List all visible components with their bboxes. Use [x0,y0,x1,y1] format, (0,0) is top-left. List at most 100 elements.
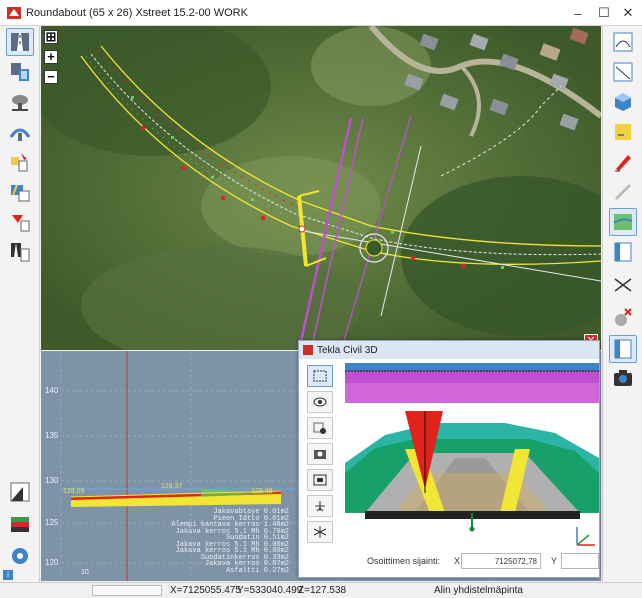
profile-icon [11,243,30,262]
road-model-icon [11,184,30,202]
mid-elevation-label: 128.37 [161,483,183,490]
split-view-icon [11,63,29,81]
split-panel-icon [614,339,632,359]
plan-view-button[interactable] [6,28,34,56]
status-y-coordinate: Y=533040.499 [237,585,303,596]
x-coord-field[interactable] [461,553,541,569]
section-cut-button[interactable] [307,521,333,543]
title-bar: Roundabout (65 x 26) Xstreet 15.2-00 WOR… [0,0,642,26]
right-toolbar [602,26,642,582]
minimize-button[interactable]: – [566,0,590,26]
settings-button[interactable] [6,542,34,570]
info-icon[interactable]: i [3,570,13,580]
cross-section-icon [12,95,28,111]
fit-view-button[interactable] [307,469,333,491]
pointer-location-label: Osoittimen sijainti: [367,556,441,566]
ruler-icon [615,184,631,200]
window-title: Roundabout (65 x 26) Xstreet 15.2-00 WOR… [26,6,248,19]
view-eye-button[interactable] [307,391,333,413]
screenshot-button[interactable] [609,364,637,392]
zoom-extents-button[interactable]: ⊞ [44,30,58,44]
draw-tool-button[interactable] [609,148,637,176]
y-tick-135: 135 [45,431,59,440]
right-elevation-label: 129.48 [251,488,273,495]
maximize-button[interactable]: ☐ [592,0,616,26]
marker-tool-button[interactable] [6,208,34,236]
camera-view-button[interactable] [307,443,333,465]
gear-icon [12,548,28,564]
curve-icon [613,32,633,52]
intersect-icon [614,278,632,292]
delete-tool-button[interactable] [609,303,637,331]
map-icon [613,214,633,230]
pencil-icon [615,155,631,172]
slope-icon [10,482,30,502]
intersect-tool-button[interactable] [609,271,637,299]
dialog-title-bar: Tekla Civil 3D [299,341,599,359]
zoom-in-button[interactable]: + [44,50,58,64]
split-panel-button[interactable] [609,335,637,363]
panel-icon [614,242,632,262]
fit-icon [313,474,327,486]
progress-field [92,585,162,596]
aerial-map [41,26,601,350]
left-toolbar: i [0,26,40,582]
app-icon [303,345,313,355]
flag-icon [12,215,30,232]
cross-section-tool-button[interactable] [6,88,34,116]
road-plan-icon [11,33,29,51]
status-layer-name: Alin yhdistelmäpinta [434,585,523,596]
status-bar: X=7125055.475 Y=533040.499 Z=127.538 Ali… [0,582,642,598]
slope-tool-button[interactable] [6,478,34,506]
asterisk-icon [313,526,327,538]
3d-object-button[interactable] [609,88,637,116]
x-tick-label: 10 [81,569,89,576]
walk-icon [315,501,325,512]
orbit-icon [313,422,326,434]
orbit-camera-button[interactable] [307,417,333,439]
note-icon [615,124,631,140]
select-rect-icon [313,370,327,382]
walk-tool-button[interactable] [307,495,333,517]
left-elevation-label: 128.09 [63,488,85,495]
note-tool-button[interactable] [609,118,637,146]
y-tick-120: 120 [45,558,59,567]
pencil-grid-icon [11,153,28,172]
x-coord-label: X [454,556,461,566]
diagonal-line-icon [613,62,633,82]
zoom-out-button[interactable]: − [44,70,58,84]
app-icon [7,6,21,19]
edit-object-button[interactable] [6,148,34,176]
plan-map-view[interactable]: ⊞ + − [41,26,601,350]
split-view-button[interactable] [6,58,34,86]
line-tool-button[interactable] [609,58,637,86]
camera-icon [614,370,632,386]
measure-tool-button[interactable] [609,178,637,206]
y-tick-125: 125 [45,518,59,527]
3d-road-render [345,363,599,553]
layers-icon [11,517,29,532]
select-area-button[interactable] [307,365,333,387]
layer-legend: Jakavabtaye 0.01m2 Pieen Idtto 0.01m2 Al… [119,509,289,574]
y-coord-label: Y [551,556,558,566]
status-z-coordinate: Z=127.538 [298,585,347,596]
eye-icon [313,397,327,407]
close-button[interactable]: ✕ [616,0,640,26]
panel-tool-button[interactable] [609,238,637,266]
profile-view-button[interactable] [6,238,34,266]
3d-viewport[interactable] [345,363,599,553]
map-layer-button[interactable] [609,208,637,236]
road-model-button[interactable] [6,178,34,206]
y-tick-130: 130 [45,476,59,485]
layer-tool-button[interactable] [6,510,34,538]
status-x-coordinate: X=7125055.475 [170,585,241,596]
tekla-3d-dialog: Tekla Civil 3D Osoittimen sijainti: X 71… [298,340,600,578]
curve-tool-button[interactable] [609,28,637,56]
cube-icon [615,93,631,111]
camera-icon [314,450,326,459]
layer-line: Asfaltti 0.27m2 [225,566,289,575]
arch-road-icon [9,128,31,141]
alignment-tool-button[interactable] [6,118,34,146]
y-coord-field[interactable] [561,553,599,569]
delete-icon [615,308,632,326]
